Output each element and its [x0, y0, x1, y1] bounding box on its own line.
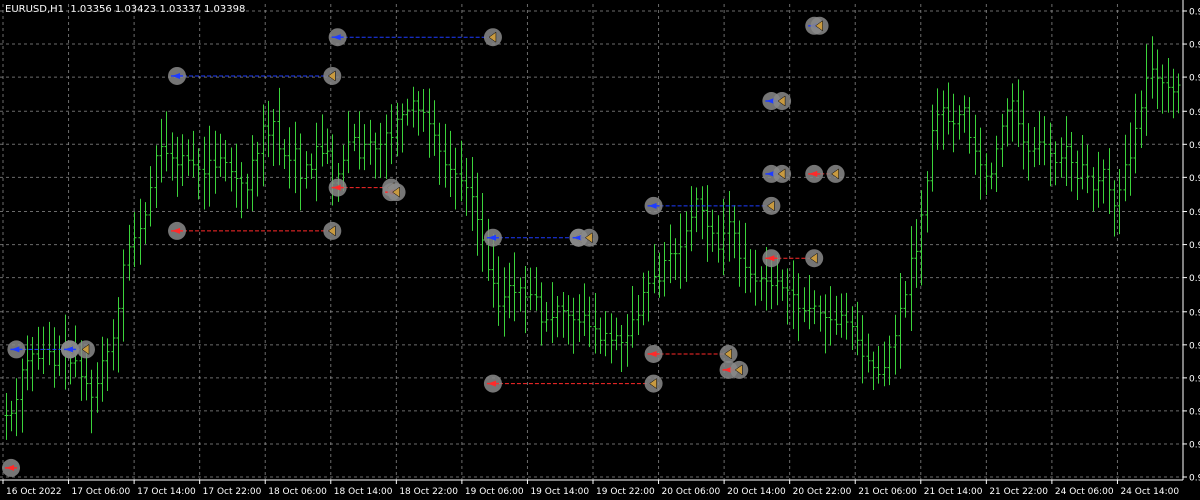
time-tick-label: 16 Oct 2022	[6, 487, 62, 497]
price-tick-label: 0.98325	[1189, 174, 1200, 184]
time-tick-label: 17 Oct 22:00	[203, 487, 262, 497]
time-tick-label: 19 Oct 22:00	[596, 487, 655, 497]
price-tick-label: 0.97010	[1189, 474, 1200, 484]
price-tick-label: 0.98470	[1189, 141, 1200, 151]
time-tick-label: 18 Oct 22:00	[399, 487, 458, 497]
price-tick-label: 0.97590	[1189, 341, 1200, 351]
price-tick-label: 0.97445	[1189, 374, 1200, 384]
price-tick-label: 0.97155	[1189, 440, 1200, 450]
time-tick-label: 21 Oct 14:00	[924, 487, 983, 497]
price-tick-label: 0.97735	[1189, 308, 1200, 318]
price-chart[interactable]: EURUSD,H1 1.03356 1.03423 1.03337 1.0339…	[0, 0, 1200, 500]
time-tick-label: 20 Oct 06:00	[662, 487, 721, 497]
time-tick-label: 21 Oct 06:00	[858, 487, 917, 497]
time-tick-label: 17 Oct 06:00	[72, 487, 131, 497]
price-tick-label: 0.98910	[1189, 41, 1200, 51]
price-tick-label: 0.98030	[1189, 241, 1200, 251]
price-tick-label: 0.98615	[1189, 108, 1200, 118]
price-tick-label: 0.99055	[1189, 8, 1200, 18]
time-tick-label: 19 Oct 06:00	[465, 487, 524, 497]
time-tick-label: 24 Oct 06:00	[1055, 487, 1114, 497]
time-tick-label: 17 Oct 14:00	[137, 487, 196, 497]
chart-canvas[interactable]: 0.99055 0.98910 0.98765 0.98615 0.98470 0.983…	[0, 0, 1200, 500]
time-tick-label: 19 Oct 14:00	[530, 487, 589, 497]
time-tick-label: 20 Oct 22:00	[793, 487, 852, 497]
price-tick-label: 0.98765	[1189, 74, 1200, 84]
price-tick-label: 0.97300	[1189, 407, 1200, 417]
price-tick-label: 0.97885	[1189, 274, 1200, 284]
time-tick-label: 21 Oct 22:00	[989, 487, 1048, 497]
time-tick-label: 24 Oct 14:00	[1120, 487, 1179, 497]
time-tick-label: 20 Oct 14:00	[727, 487, 786, 497]
time-tick-label: 18 Oct 06:00	[268, 487, 327, 497]
time-tick-label: 18 Oct 14:00	[334, 487, 393, 497]
price-tick-label: 0.98175	[1189, 208, 1200, 218]
